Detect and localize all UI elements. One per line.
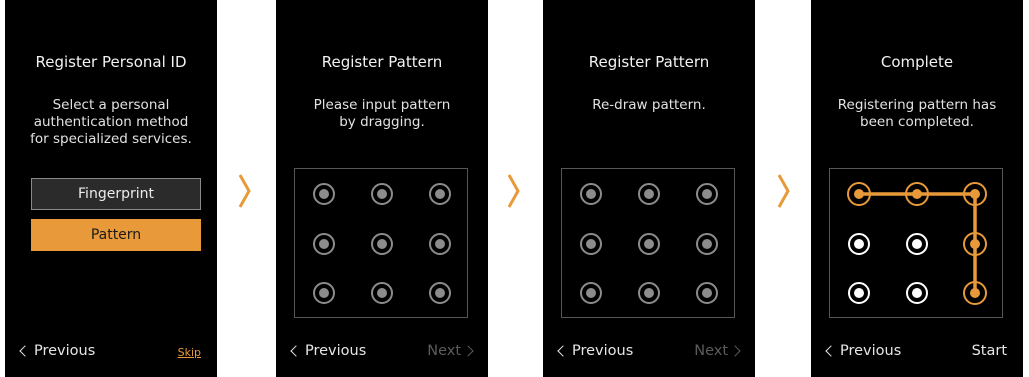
pattern-dot[interactable] [696, 233, 718, 255]
pattern-dot[interactable] [580, 282, 602, 304]
page-title: Complete [880, 53, 954, 71]
instruction-line: for specialized services. [30, 131, 192, 147]
instruction-line: Registering pattern has [837, 97, 997, 113]
next-label: Next [694, 343, 728, 359]
pattern-dot[interactable] [638, 183, 660, 205]
pattern-dot [848, 282, 870, 304]
instruction-text: Select a personal authentication method … [5, 97, 217, 148]
previous-label: Previous [572, 343, 634, 359]
instruction-line: authentication method [33, 114, 189, 130]
instruction-line: been completed. [860, 114, 974, 130]
chevron-left-icon [557, 345, 569, 357]
screen-register-personal-id: Register Personal ID Select a personal a… [5, 0, 217, 377]
pattern-dot[interactable] [429, 282, 451, 304]
next-button: Next [694, 343, 741, 359]
chevron-right-icon [462, 345, 474, 357]
chevron-left-icon [19, 345, 31, 357]
instruction-text: Registering pattern has been completed. [811, 97, 1023, 131]
instruction-line: Please input pattern [313, 97, 451, 113]
instruction-line: by dragging. [339, 114, 425, 130]
pattern-dot[interactable] [371, 183, 393, 205]
pattern-dot[interactable] [371, 233, 393, 255]
screen-complete: Complete Registering pattern has been co… [811, 0, 1023, 377]
pattern-dot[interactable] [638, 282, 660, 304]
step-arrow-icon [777, 174, 790, 208]
pattern-dot[interactable] [580, 183, 602, 205]
pattern-dot[interactable] [696, 282, 718, 304]
step-arrow-icon [238, 174, 251, 208]
pattern-dot [906, 233, 928, 255]
chevron-left-icon [290, 345, 302, 357]
pattern-dot[interactable] [313, 233, 335, 255]
previous-label: Previous [34, 343, 96, 359]
pattern-dot[interactable] [580, 233, 602, 255]
pattern-dot[interactable] [429, 183, 451, 205]
previous-button[interactable]: Previous [557, 343, 634, 359]
pattern-grid-dots [847, 182, 987, 305]
instruction-text: Please input pattern by dragging. [276, 97, 488, 131]
pattern-grid[interactable] [294, 168, 468, 318]
previous-button[interactable]: Previous [19, 343, 96, 359]
skip-link[interactable]: Skip [178, 346, 201, 359]
chevron-right-icon [729, 345, 741, 357]
fingerprint-button[interactable]: Fingerprint [31, 178, 201, 210]
pattern-dot [906, 282, 928, 304]
instruction-line: Re-draw pattern. [592, 97, 706, 113]
pattern-button[interactable]: Pattern [31, 219, 201, 251]
start-button[interactable]: Start [972, 343, 1007, 359]
instruction-line: Select a personal [52, 97, 170, 113]
page-title: Register Pattern [321, 53, 443, 71]
page-title: Register Pattern [588, 53, 710, 71]
chevron-left-icon [825, 345, 837, 357]
pattern-dot[interactable] [638, 233, 660, 255]
pattern-dot[interactable] [696, 183, 718, 205]
step-arrow-icon [507, 174, 520, 208]
screen-register-pattern: Register Pattern Please input pattern by… [276, 0, 488, 377]
page-title: Register Personal ID [35, 53, 187, 71]
instruction-text: Re-draw pattern. [543, 97, 755, 114]
screen-redraw-pattern: Register Pattern Re-draw pattern. Previo… [543, 0, 755, 377]
previous-button[interactable]: Previous [290, 343, 367, 359]
pattern-dot[interactable] [429, 233, 451, 255]
pattern-dot[interactable] [313, 282, 335, 304]
pattern-dot[interactable] [313, 183, 335, 205]
next-label: Next [427, 343, 461, 359]
skip-container: Skip [178, 346, 201, 359]
pattern-dot[interactable] [371, 282, 393, 304]
pattern-grid-dots[interactable] [562, 169, 736, 319]
pattern-grid-dots[interactable] [295, 169, 469, 319]
previous-label: Previous [840, 343, 902, 359]
pattern-dot [848, 233, 870, 255]
pattern-grid [829, 168, 1003, 318]
previous-button[interactable]: Previous [825, 343, 902, 359]
pattern-grid[interactable] [561, 168, 735, 318]
start-label: Start [971, 343, 1007, 359]
next-button: Next [427, 343, 474, 359]
previous-label: Previous [305, 343, 367, 359]
